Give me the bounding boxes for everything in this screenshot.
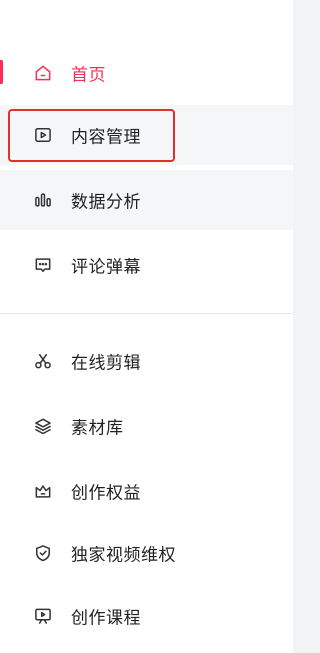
sidebar-item-label: 评论弹幕 [71,257,141,278]
sidebar-item-creator-benefits[interactable]: 创作权益 [0,461,293,521]
sidebar-nav: 首页 内容管理 数据分析 评论弹幕 在线剪辑 素材库 创作权益 独家视频维权 创… [0,0,293,653]
sidebar-item-label: 独家视频维权 [71,545,176,566]
course-icon [32,605,54,627]
sidebar-item-exclusive-rights[interactable]: 独家视频维权 [0,523,293,583]
home-icon [32,62,54,84]
comment-icon [32,254,54,276]
sidebar-item-label: 创作权益 [71,483,141,504]
sidebar-item-label: 内容管理 [71,127,141,148]
section-divider [0,313,293,314]
sidebar-item-label: 素材库 [71,418,124,439]
sidebar-item-comments[interactable]: 评论弹幕 [0,235,293,295]
scissors-icon [32,350,54,372]
shield-check-icon [32,542,54,564]
crown-icon [32,480,54,502]
sidebar-item-home[interactable]: 首页 [0,43,293,103]
play-square-icon [32,124,54,146]
sidebar-item-data-analysis[interactable]: 数据分析 [0,170,293,230]
content-area-edge [293,0,320,653]
layers-icon [32,415,54,437]
bar-chart-icon [32,189,54,211]
sidebar-item-label: 首页 [71,65,106,86]
sidebar-item-asset-library[interactable]: 素材库 [0,396,293,456]
sidebar-item-label: 数据分析 [71,192,141,213]
sidebar-item-creator-courses[interactable]: 创作课程 [0,586,293,646]
sidebar-item-label: 创作课程 [71,608,141,629]
sidebar-item-online-editing[interactable]: 在线剪辑 [0,331,293,391]
sidebar-item-content-management[interactable]: 内容管理 [0,105,293,165]
sidebar-item-label: 在线剪辑 [71,353,141,374]
